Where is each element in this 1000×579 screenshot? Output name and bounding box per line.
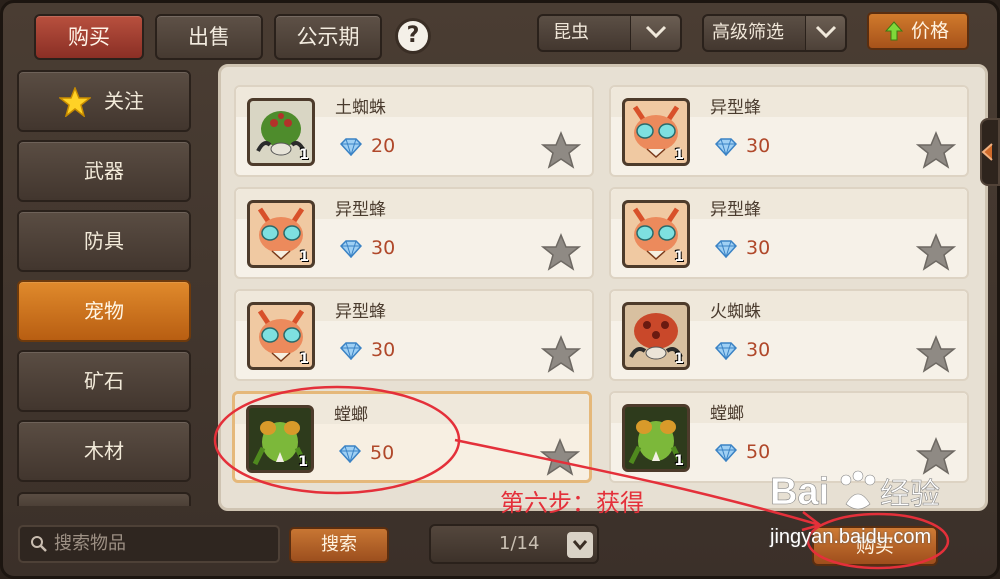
annotation-step-text: 第六步：获得: [500, 489, 644, 517]
baidu-logo: Bai 经验: [770, 470, 940, 513]
svg-text:经验: 经验: [880, 477, 940, 512]
svg-text:Bai: Bai: [770, 471, 829, 513]
watermark: Bai 经验 jingyan.baidu.com: [770, 460, 990, 560]
watermark-url: jingyan.baidu.com: [770, 526, 932, 548]
annotation-circle-item: [213, 385, 461, 495]
